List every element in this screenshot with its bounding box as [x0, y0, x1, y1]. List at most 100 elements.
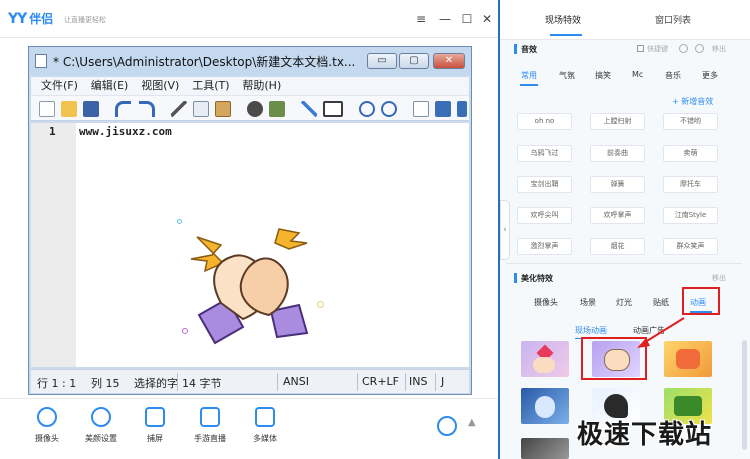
chevron-up-icon[interactable]: ▲ [468, 417, 476, 428]
mobile-game-live-label: 手游直播 [194, 434, 226, 443]
wordwrap-icon[interactable] [323, 101, 343, 117]
settings-icon[interactable] [435, 101, 451, 117]
anim-thumb-partial[interactable] [521, 438, 569, 459]
play-icon [255, 407, 275, 427]
menu-edit[interactable]: 编辑(E) [91, 77, 129, 95]
shortcut-checkbox[interactable] [637, 45, 644, 52]
category-mc[interactable]: Mc [632, 70, 643, 79]
sound-chip[interactable]: 乌鸦飞过 [517, 145, 572, 162]
panel-scrollbar[interactable] [742, 340, 747, 450]
tab-window-list[interactable]: 窗口列表 [655, 13, 691, 26]
active-tab-indicator [550, 34, 582, 36]
redo-icon[interactable] [139, 101, 155, 117]
notepad-maximize-button[interactable]: ▢ [399, 53, 429, 69]
sound-chip[interactable]: oh no [517, 113, 572, 130]
sound-chip[interactable]: 不错哟 [663, 113, 718, 130]
mobile-game-live-button[interactable]: 手游直播 [185, 407, 235, 444]
find-icon[interactable] [247, 101, 263, 117]
sound-chip[interactable]: 激烈掌声 [517, 238, 572, 255]
camera-button[interactable]: 摄像头 [22, 407, 72, 444]
sound-chip[interactable]: 上膛扫射 [590, 113, 645, 130]
minimize-button[interactable]: — [434, 8, 456, 30]
menu-file[interactable]: 文件(F) [41, 77, 78, 95]
haha-icon [676, 349, 700, 369]
notepad-title-bar: * C:\Users\Administrator\Desktop\新建文本文档.… [29, 47, 471, 75]
notepad-close-button[interactable]: ✕ [433, 53, 465, 69]
status-selection: 选择的字 [134, 377, 178, 390]
sound-chip[interactable]: 欢呼尖叫 [517, 207, 572, 224]
sound-remove-button[interactable]: 移出 [712, 44, 726, 54]
beauty-tab-camera[interactable]: 摄像头 [534, 297, 558, 308]
category-music[interactable]: 音乐 [665, 70, 681, 81]
screen-capture-button[interactable]: 捕屏 [130, 407, 180, 444]
beauty-tab-sticker[interactable]: 贴纸 [653, 297, 669, 308]
sound-chip[interactable]: 卖萌 [663, 145, 718, 162]
beauty-remove-button[interactable]: 移出 [712, 273, 726, 283]
status-position: 行 1 : 1 [37, 377, 77, 390]
phone-icon [200, 407, 220, 427]
category-funny[interactable]: 搞笑 [595, 70, 611, 81]
zoom-in-icon[interactable] [359, 101, 375, 117]
beauty-icon [91, 407, 111, 427]
category-indicator [520, 84, 538, 86]
menu-tools[interactable]: 工具(T) [192, 77, 229, 95]
anim-thumb-haha[interactable] [664, 341, 712, 377]
yy-slogan: 让直播更轻松 [64, 16, 106, 24]
menu-icon[interactable]: ≡ [410, 8, 432, 30]
go-live-icon[interactable] [437, 416, 457, 436]
new-file-icon[interactable] [39, 101, 55, 117]
view-icon[interactable] [413, 101, 429, 117]
volume-icon[interactable] [695, 44, 704, 53]
subtab-animation-ad[interactable]: 动画广告 [633, 325, 665, 336]
collapse-handle[interactable]: ‹ [500, 200, 510, 260]
document-icon [35, 54, 47, 68]
character-icon [535, 396, 555, 418]
status-line-ending: CR+LF [362, 375, 399, 388]
add-sound-button[interactable]: + 新增音效 [672, 96, 713, 107]
more-icon[interactable] [457, 101, 467, 117]
sound-chip[interactable]: 欢呼掌声 [590, 207, 645, 224]
sound-chip[interactable]: 宝剑出鞘 [517, 176, 572, 193]
notepad-editor[interactable]: 1 www.jisuxz.com [31, 123, 469, 367]
yy-logo-cn: 伴侣 [29, 12, 54, 26]
beauty-tab-scene[interactable]: 场景 [580, 297, 596, 308]
category-common[interactable]: 常用 [521, 70, 537, 81]
paste-icon[interactable] [215, 101, 231, 117]
number-icon [674, 396, 702, 416]
notepad-toolbar [31, 95, 469, 121]
anim-thumb-blue[interactable] [521, 388, 569, 424]
sound-chip[interactable]: 群众笑声 [663, 238, 718, 255]
sound-chip[interactable]: 江南Style [663, 207, 718, 224]
save-icon[interactable] [83, 101, 99, 117]
hand-icon [533, 357, 555, 373]
beauty-settings-button[interactable]: 美颜设置 [76, 407, 126, 444]
open-folder-icon[interactable] [61, 101, 77, 117]
undo-icon[interactable] [115, 101, 131, 117]
close-button[interactable]: ✕ [476, 8, 498, 30]
anim-thumb-finger-heart[interactable] [521, 341, 569, 377]
category-atmosphere[interactable]: 气氛 [559, 70, 575, 81]
menu-help[interactable]: 帮助(H) [242, 77, 281, 95]
cut-icon[interactable] [171, 101, 187, 117]
help-icon[interactable] [679, 44, 688, 53]
sound-chip[interactable]: 前奏曲 [590, 145, 645, 162]
highlight-box-selected-animation [581, 337, 647, 380]
goto-icon[interactable] [301, 101, 317, 117]
tab-live-effects[interactable]: 现场特效 [545, 13, 581, 26]
yy-main-window: YY 伴侣 让直播更轻松 ≡ — ☐ ✕ * C:\Users\Administr… [0, 0, 498, 459]
sound-chip[interactable]: 摩托车 [663, 176, 718, 193]
zoom-out-icon[interactable] [381, 101, 397, 117]
copy-icon[interactable] [193, 101, 209, 117]
status-encoding: ANSI [283, 375, 309, 388]
menu-view[interactable]: 视图(V) [141, 77, 179, 95]
beauty-tab-lighting[interactable]: 灯光 [616, 297, 632, 308]
subtab-live-animation[interactable]: 现场动画 [575, 325, 607, 336]
camera-label: 摄像头 [35, 434, 59, 443]
replace-icon[interactable] [269, 101, 285, 117]
category-more[interactable]: 更多 [702, 70, 718, 81]
multimedia-button[interactable]: 多媒体 [240, 407, 290, 444]
notepad-minimize-button[interactable]: ▭ [367, 53, 397, 69]
sound-chip[interactable]: 烟花 [590, 238, 645, 255]
maximize-button[interactable]: ☐ [456, 8, 478, 30]
sound-chip[interactable]: 弹簧 [590, 176, 645, 193]
